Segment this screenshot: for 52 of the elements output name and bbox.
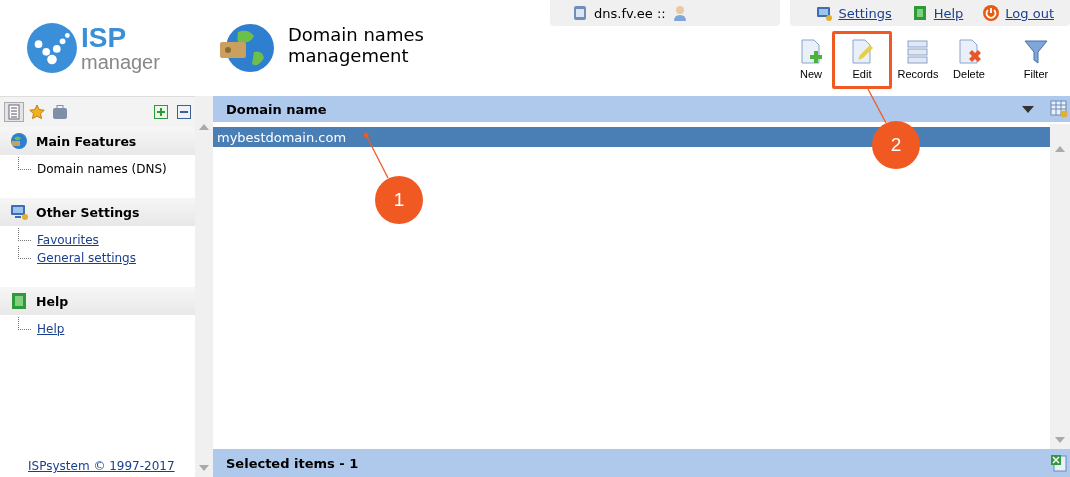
sidebar-link[interactable]: Favourites [37,233,99,247]
expand-all-icon[interactable] [154,105,168,119]
toolbar-button[interactable]: Records [892,31,944,89]
user-icon [671,5,688,21]
power-icon [983,5,1000,21]
logo-icon [27,23,77,73]
table-settings-icon[interactable] [1050,100,1068,118]
logo-brand: ISP [80,24,128,52]
selection-count: Selected items - 1 [226,455,359,471]
help-icon [10,292,28,310]
monitor-icon [10,203,28,221]
settings-icon [816,5,833,21]
list-tab[interactable] [4,102,24,122]
briefcase-tab[interactable] [50,102,70,122]
server-icon [572,5,588,21]
callout-marker: 2 [872,121,920,169]
leader-line [867,88,887,124]
copyright-link[interactable]: ISPsystem © 1997-2017 [0,459,195,477]
header-link[interactable]: Help [933,5,964,21]
spreadsheet-export-icon[interactable] [1050,454,1068,472]
header-link[interactable]: Settings [838,5,892,21]
filter-icon [1022,38,1050,66]
sidebar-link[interactable]: General settings [37,251,136,265]
star-tab[interactable] [27,102,47,122]
sidebar-scrollbar[interactable] [195,96,213,477]
header-link[interactable]: Log out [1005,5,1054,21]
column-header[interactable]: Domain name [226,101,327,117]
logo-product: manager [80,52,160,72]
globe-icon [217,22,274,74]
dropdown-caret-icon[interactable] [1022,105,1034,113]
sidebar-group-header[interactable]: Other Settings [0,198,195,226]
page-title: Domain names management [287,24,425,66]
toolbar-button[interactable]: New [790,31,832,89]
collapse-all-icon[interactable] [177,105,191,119]
scroll-down-icon[interactable] [199,465,209,471]
server-name: dns.fv.ee :: [594,5,666,21]
table-scrollbar[interactable] [1050,124,1070,449]
table-cell: mybestdomain.com [217,129,347,145]
toolbar-button[interactable]: Filter [1006,31,1066,89]
globe-icon [10,132,28,150]
toolbar-button[interactable]: Delete [944,31,994,89]
leader-line [363,132,389,179]
callout-marker: 1 [375,176,423,224]
sidebar-group-header[interactable]: Help [0,287,195,315]
sidebar-group-header[interactable]: Main Features [0,127,195,155]
scroll-down-icon[interactable] [1055,437,1065,443]
sidebar-link[interactable]: Help [37,322,65,336]
help-icon [911,5,928,21]
sidebar-link[interactable]: Domain names (DNS) [37,162,167,176]
scroll-up-icon[interactable] [1055,146,1065,152]
scroll-up-icon[interactable] [199,124,209,130]
toolbar-button[interactable]: Edit [832,31,892,89]
